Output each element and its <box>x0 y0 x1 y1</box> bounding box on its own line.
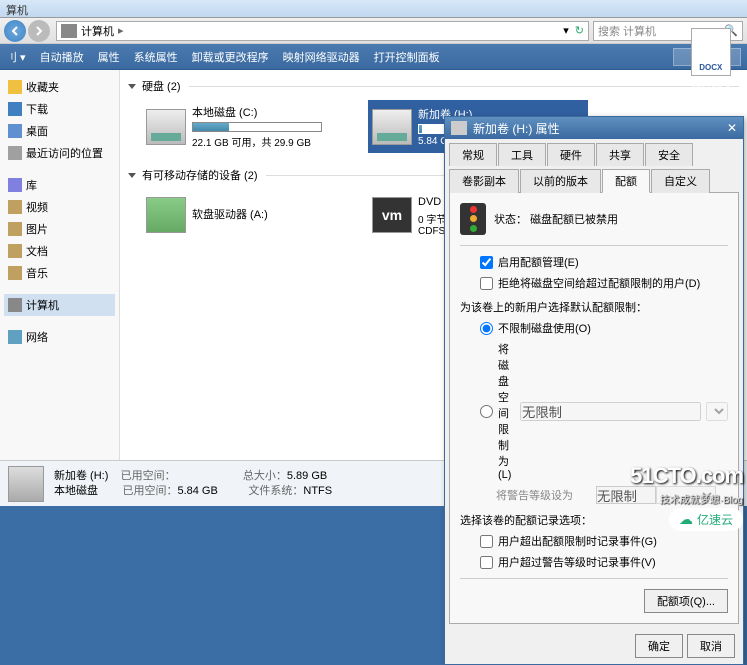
hdd-icon <box>146 109 186 145</box>
tab-shadow[interactable]: 卷影副本 <box>449 169 519 193</box>
radio-no-limit[interactable]: 不限制磁盘使用(O) <box>480 320 728 336</box>
sidebar-music[interactable]: 音乐 <box>4 262 115 284</box>
cloud-icon: ☁ <box>679 511 693 528</box>
sidebar-network[interactable]: 网络 <box>4 326 115 348</box>
quota-entries-button[interactable]: 配额项(Q)... <box>644 589 728 613</box>
picture-icon <box>8 222 22 236</box>
vm-icon: vm <box>372 197 412 233</box>
watermark: 51CTO.com 技术成就梦想·Blog ☁亿速云 <box>630 463 743 531</box>
tab-hardware[interactable]: 硬件 <box>547 143 595 166</box>
tab-previous[interactable]: 以前的版本 <box>520 169 601 193</box>
sidebar-desktop[interactable]: 桌面 <box>4 120 115 142</box>
floppy-icon <box>146 197 186 233</box>
hdd-section-header[interactable]: 硬盘 (2) <box>128 78 739 94</box>
tab-custom[interactable]: 自定义 <box>651 169 710 193</box>
desktop-file-name: xyr.docx <box>691 80 731 92</box>
traffic-light-icon <box>460 203 486 235</box>
refresh-icon[interactable]: ↻ <box>575 24 584 37</box>
sidebar-computer[interactable]: 计算机 <box>4 294 115 316</box>
drive-icon <box>451 121 467 135</box>
tab-tools[interactable]: 工具 <box>498 143 546 166</box>
sidebar-recent[interactable]: 最近访问的位置 <box>4 142 115 164</box>
tab-sharing[interactable]: 共享 <box>596 143 644 166</box>
drive-c[interactable]: 本地磁盘 (C:) 22.1 GB 可用，共 29.9 GB <box>142 100 362 153</box>
recent-icon <box>8 146 22 160</box>
toolbar: 刂 ▾ 自动播放 属性 系统属性 卸载或更改程序 映射网络驱动器 打开控制面板 <box>0 44 747 70</box>
usage-bar <box>192 122 322 132</box>
log-warn-checkbox[interactable]: 用户超过警告等级时记录事件(V) <box>480 554 728 570</box>
video-icon <box>8 200 22 214</box>
drive-floppy[interactable]: 软盘驱动器 (A:) <box>142 189 362 241</box>
sidebar-downloads[interactable]: 下载 <box>4 98 115 120</box>
document-icon <box>8 244 22 258</box>
sidebar-documents[interactable]: 文档 <box>4 240 115 262</box>
deny-over-checkbox[interactable]: 拒绝将磁盘空间给超过配额限制的用户(D) <box>480 275 728 291</box>
library-icon <box>8 178 22 192</box>
navbar: 计算机 ▸ ▾ ↻ 搜索 计算机 🔍 <box>0 18 747 44</box>
drive-status-icon <box>8 466 44 502</box>
computer-icon <box>8 298 22 312</box>
desktop-icon <box>8 124 22 138</box>
breadcrumb[interactable]: 计算机 ▸ ▾ ↻ <box>56 21 589 41</box>
search-placeholder: 搜索 计算机 <box>598 23 656 39</box>
properties-dialog: 新加卷 (H:) 属性 ✕ 常规 工具 硬件 共享 安全 卷影副本 以前的版本 … <box>444 116 744 665</box>
hdd-icon <box>372 109 412 145</box>
star-icon <box>8 80 22 94</box>
organize-menu[interactable]: 刂 ▾ <box>6 49 26 65</box>
dialog-footer: 确定 取消 <box>445 628 743 664</box>
dialog-titlebar[interactable]: 新加卷 (H:) 属性 ✕ <box>445 117 743 139</box>
sidebar-pictures[interactable]: 图片 <box>4 218 115 240</box>
ok-button[interactable]: 确定 <box>635 634 683 658</box>
breadcrumb-text: 计算机 <box>81 23 114 39</box>
radio-set-limit[interactable]: 将磁盘空间限制为(L) <box>480 341 728 481</box>
chevron-down-icon[interactable]: ▾ <box>563 24 569 37</box>
docx-icon: DOCX <box>691 28 731 76</box>
music-icon <box>8 266 22 280</box>
cancel-button[interactable]: 取消 <box>687 634 735 658</box>
sidebar-videos[interactable]: 视频 <box>4 196 115 218</box>
log-exceed-checkbox[interactable]: 用户超出配额限制时记录事件(G) <box>480 533 728 549</box>
limit-unit-select <box>706 402 728 421</box>
enable-quota-checkbox[interactable]: 启用配额管理(E) <box>480 254 728 270</box>
tab-row-2: 卷影副本 以前的版本 配额 自定义 <box>445 165 743 192</box>
close-icon[interactable]: ✕ <box>727 121 737 135</box>
sidebar-favorites[interactable]: 收藏夹 <box>4 76 115 98</box>
tab-general[interactable]: 常规 <box>449 143 497 166</box>
properties-button[interactable]: 属性 <box>98 49 120 65</box>
limit-value-input <box>520 402 701 421</box>
autoplay-button[interactable]: 自动播放 <box>40 49 84 65</box>
quota-panel: 状态： 磁盘配额已被禁用 启用配额管理(E) 拒绝将磁盘空间给超过配额限制的用户… <box>449 192 739 624</box>
system-properties-button[interactable]: 系统属性 <box>134 49 178 65</box>
sidebar: 收藏夹 下载 桌面 最近访问的位置 库 视频 图片 文档 音乐 计算机 网络 <box>0 70 120 460</box>
triangle-down-icon <box>128 84 136 89</box>
computer-icon <box>61 24 77 38</box>
triangle-down-icon <box>128 173 136 178</box>
tab-row-1: 常规 工具 硬件 共享 安全 <box>445 139 743 165</box>
chevron-right-icon[interactable]: ▸ <box>118 24 124 37</box>
control-panel-button[interactable]: 打开控制面板 <box>374 49 440 65</box>
sidebar-libraries[interactable]: 库 <box>4 174 115 196</box>
tab-quota[interactable]: 配额 <box>602 169 650 193</box>
network-icon <box>8 330 22 344</box>
uninstall-button[interactable]: 卸载或更改程序 <box>192 49 269 65</box>
map-drive-button[interactable]: 映射网络驱动器 <box>283 49 360 65</box>
nav-back-button[interactable] <box>4 20 26 42</box>
window-titlebar: 算机 <box>0 0 747 18</box>
nav-forward-button[interactable] <box>28 20 50 42</box>
tab-security[interactable]: 安全 <box>645 143 693 166</box>
download-icon <box>8 102 22 116</box>
desktop-file[interactable]: DOCX xyr.docx <box>691 28 731 92</box>
